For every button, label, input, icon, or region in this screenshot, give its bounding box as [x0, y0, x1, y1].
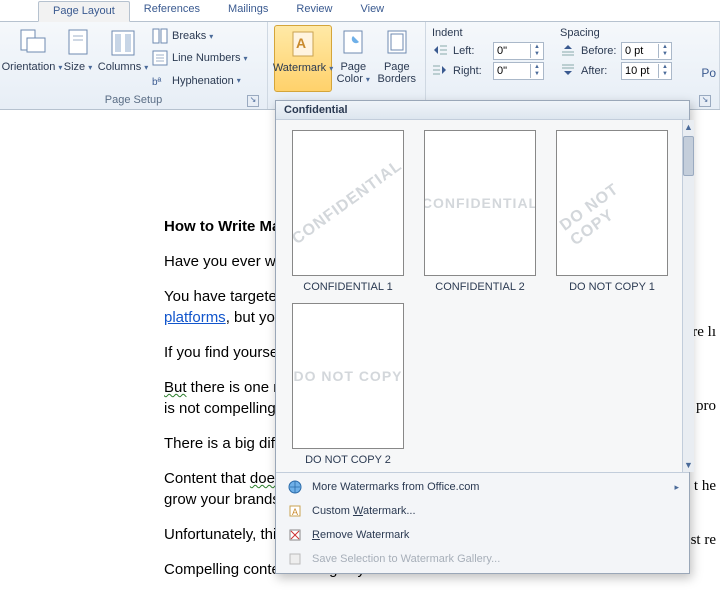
indent-left-icon — [432, 43, 450, 59]
indent-left-up[interactable]: ▲ — [531, 44, 543, 51]
size-label: Size▾ — [64, 61, 92, 74]
spacing-before-down[interactable]: ▼ — [659, 51, 671, 58]
watermark-label: Watermark▾ — [273, 62, 333, 75]
gallery-grid: CONFIDENTIAL CONFIDENTIAL 1 CONFIDENTIAL… — [276, 120, 682, 472]
indent-heading: Indent — [432, 27, 544, 39]
gallery-scroll-up[interactable]: ▲ — [684, 120, 693, 134]
orientation-icon — [16, 27, 48, 59]
doc-tail-3: re lı — [692, 324, 716, 341]
line-numbers-button[interactable]: Line Numbers▾ — [152, 47, 248, 69]
group-page-setup: Orientation▾ Size▾ Columns▾ Breaks▾ — [0, 22, 268, 109]
line-numbers-icon — [152, 50, 168, 66]
breaks-button[interactable]: Breaks▾ — [152, 25, 248, 47]
tab-page-layout[interactable]: Page Layout — [38, 1, 130, 22]
gallery-item-do-not-copy-2[interactable]: DO NOT COPY DO NOT COPY 2 — [288, 303, 408, 466]
tab-review[interactable]: Review — [282, 0, 346, 21]
indent-right-up[interactable]: ▲ — [531, 64, 543, 71]
gallery-item-confidential-2[interactable]: CONFIDENTIAL CONFIDENTIAL 2 — [420, 130, 540, 293]
watermark-gallery: Confidential CONFIDENTIAL CONFIDENTIAL 1… — [275, 100, 690, 574]
gallery-scrollbar[interactable]: ▲ ▼ — [682, 120, 694, 472]
page-color-icon — [337, 27, 369, 59]
gallery-header: Confidential — [276, 101, 689, 120]
gallery-item-do-not-copy-1[interactable]: DO NOT COPY DO NOT COPY 1 — [552, 130, 672, 293]
page-color-button[interactable]: Page Color▾ — [332, 25, 375, 92]
columns-label: Columns▾ — [98, 61, 148, 74]
orientation-label: Orientation▾ — [2, 61, 63, 74]
indent-left-label: Left: — [453, 45, 493, 57]
size-icon — [62, 27, 94, 59]
spacing-heading: Spacing — [560, 27, 672, 39]
svg-text:A: A — [296, 35, 306, 51]
spacing-after-up[interactable]: ▲ — [659, 64, 671, 71]
spacing-after-down[interactable]: ▼ — [659, 71, 671, 78]
doc-tail-8: st re — [691, 532, 716, 549]
indent-right-down[interactable]: ▼ — [531, 71, 543, 78]
indent-right-input[interactable] — [494, 65, 530, 77]
globe-icon — [286, 479, 304, 495]
gallery-scroll-down[interactable]: ▼ — [684, 458, 693, 472]
group-paragraph: Indent Left: ▲▼ Right: ▲▼ — [426, 22, 720, 109]
columns-icon — [107, 27, 139, 59]
ribbon-tabs: Page Layout References Mailings Review V… — [0, 0, 720, 22]
orientation-button[interactable]: Orientation▾ — [6, 25, 58, 92]
spacing-before-label: Before: — [581, 45, 621, 57]
save-gallery-icon — [286, 551, 304, 567]
watermark-icon: A — [287, 28, 319, 60]
doc-tail-7: t he — [694, 478, 716, 495]
indent-right-spinner[interactable]: ▲▼ — [493, 62, 544, 80]
page-setup-stack: Breaks▾ Line Numbers▾ bª Hyphenation▾ — [148, 25, 252, 92]
size-button[interactable]: Size▾ — [58, 25, 98, 92]
menu-custom-watermark[interactable]: A Custom Watermark... — [276, 499, 689, 523]
gallery-item-confidential-1[interactable]: CONFIDENTIAL CONFIDENTIAL 1 — [288, 130, 408, 293]
paragraph-dialog-launcher[interactable]: ↘ — [699, 95, 711, 107]
spacing-before-spinner[interactable]: ▲▼ — [621, 42, 672, 60]
hyphenation-button[interactable]: bª Hyphenation▾ — [152, 70, 248, 92]
spacing-after-label: After: — [581, 65, 621, 77]
hyphenation-icon: bª — [152, 73, 168, 89]
tab-references[interactable]: References — [130, 0, 214, 21]
position-truncated: Po — [701, 66, 716, 80]
indent-right-icon — [432, 63, 450, 79]
custom-watermark-icon: A — [286, 503, 304, 519]
menu-more-watermarks[interactable]: More Watermarks from Office.com▸ — [276, 475, 689, 499]
page-setup-dialog-launcher[interactable]: ↘ — [247, 95, 259, 107]
group-page-background: A Watermark▾ Page Color▾ Page Borders — [268, 22, 426, 109]
indent-left-input[interactable] — [494, 45, 530, 57]
tab-mailings[interactable]: Mailings — [214, 0, 282, 21]
watermark-button[interactable]: A Watermark▾ — [274, 25, 332, 92]
menu-remove-watermark[interactable]: Remove Watermark — [276, 523, 689, 547]
spacing-before-up[interactable]: ▲ — [659, 44, 671, 51]
page-borders-label: Page Borders — [377, 61, 417, 85]
menu-save-to-gallery: Save Selection to Watermark Gallery... — [276, 547, 689, 571]
gallery-scroll-thumb[interactable] — [683, 136, 694, 176]
spacing-before-icon — [560, 43, 578, 59]
page-borders-button[interactable]: Page Borders — [375, 25, 419, 92]
spacing-after-input[interactable] — [622, 65, 658, 77]
tab-view[interactable]: View — [346, 0, 398, 21]
spacing-after-spinner[interactable]: ▲▼ — [621, 62, 672, 80]
doc-tail-5: pro — [696, 398, 716, 415]
breaks-icon — [152, 28, 168, 44]
indent-left-down[interactable]: ▼ — [531, 51, 543, 58]
spacing-before-input[interactable] — [622, 45, 658, 57]
indent-left-spinner[interactable]: ▲▼ — [493, 42, 544, 60]
spacing-after-icon — [560, 63, 578, 79]
indent-right-label: Right: — [453, 65, 493, 77]
gallery-menu: More Watermarks from Office.com▸ A Custo… — [276, 472, 689, 573]
remove-watermark-icon — [286, 527, 304, 543]
svg-text:bª: bª — [152, 77, 162, 88]
columns-button[interactable]: Columns▾ — [98, 25, 148, 92]
page-borders-icon — [381, 27, 413, 59]
ribbon: Orientation▾ Size▾ Columns▾ Breaks▾ — [0, 22, 720, 110]
group-page-setup-label: Page Setup ↘ — [6, 92, 261, 109]
svg-text:A: A — [292, 507, 298, 517]
page-color-label: Page Color▾ — [334, 61, 373, 86]
